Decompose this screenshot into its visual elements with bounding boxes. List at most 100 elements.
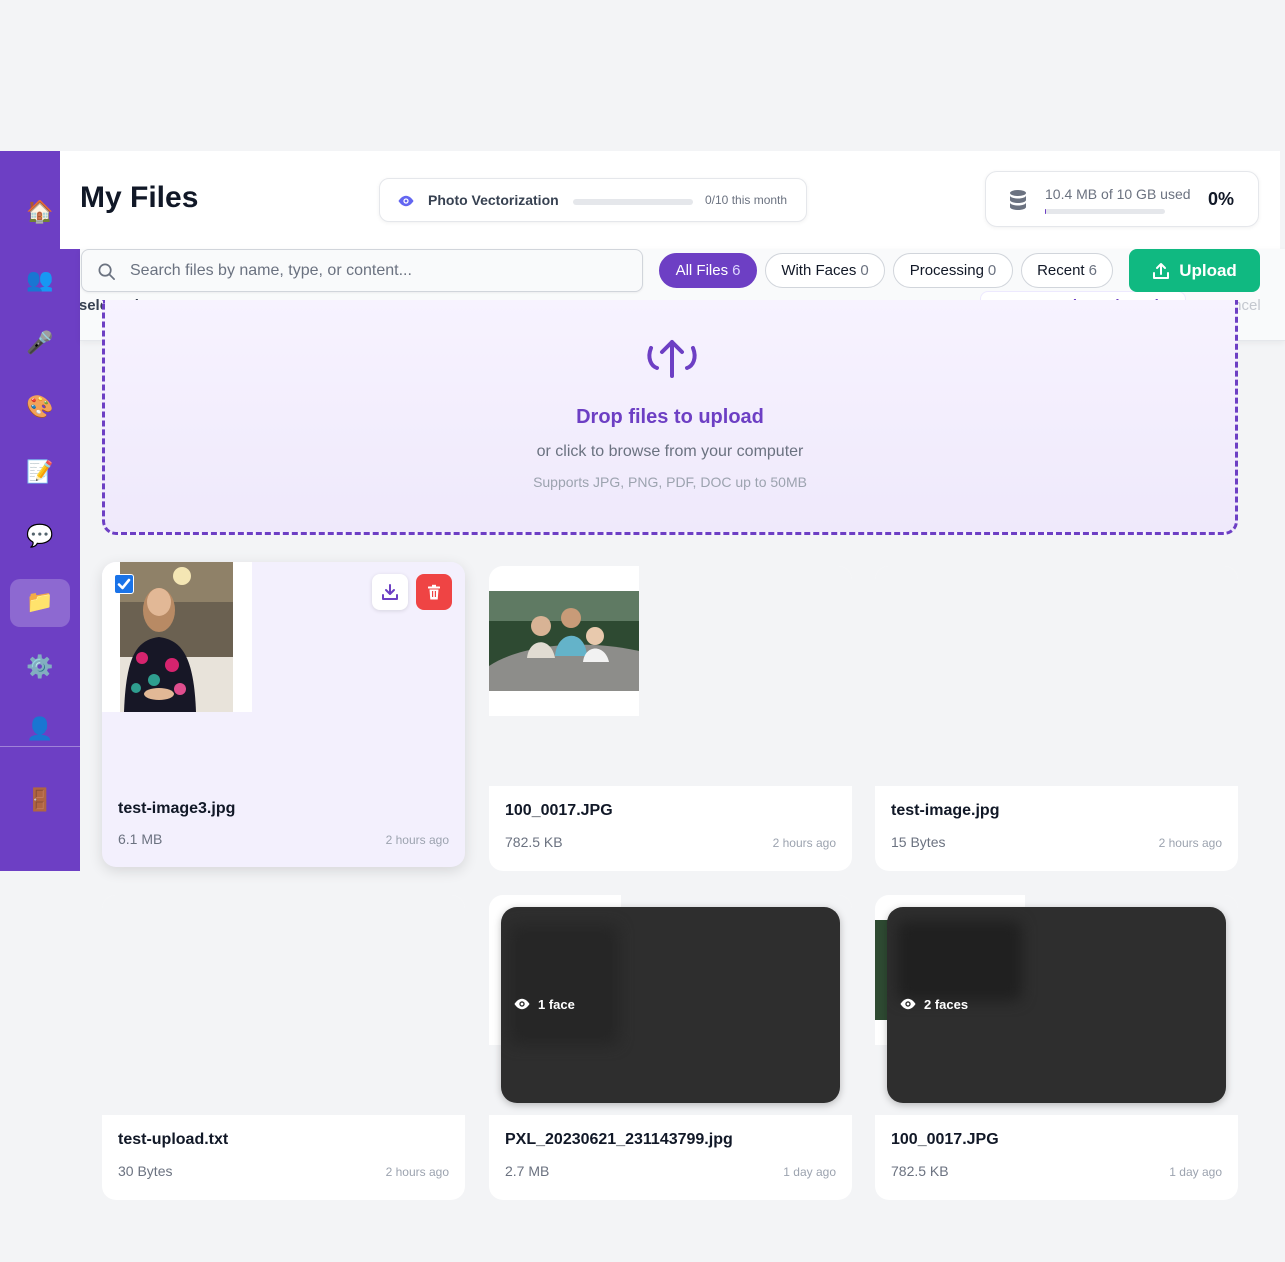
file-name: 100_0017.JPG (891, 1131, 999, 1148)
sidebar-item-people[interactable]: 👥 (10, 257, 70, 305)
microphone-icon: 🎤 (26, 331, 54, 356)
filter-label: Recent (1037, 262, 1085, 279)
file-thumbnail (489, 566, 852, 786)
upload-label: Upload (1179, 260, 1237, 280)
file-time: 2 hours ago (1158, 836, 1222, 850)
file-card[interactable]: 2 faces 100_0017.JPG 782.5 KB 1 day ago (875, 895, 1238, 1200)
dropzone-title: Drop files to upload (576, 406, 764, 428)
upload-dropzone[interactable]: Drop files to upload or click to browse … (102, 300, 1238, 535)
sidebar-item-chat[interactable]: 💬 (10, 513, 70, 561)
file-size: 782.5 KB (891, 1163, 949, 1179)
page-title: My Files (80, 181, 199, 214)
filter-recent[interactable]: Recent 6 (1021, 253, 1113, 288)
eye-icon (398, 195, 414, 207)
file-card[interactable]: 1 face PXL_20230621_231143799.jpg 2.7 MB… (489, 895, 852, 1200)
file-size: 30 Bytes (118, 1163, 173, 1179)
file-thumbnail (102, 562, 465, 780)
sidebar-item-voice[interactable]: 🎤 (10, 320, 70, 368)
face-count-label: 2 faces (924, 996, 969, 1012)
filter-count: 0 (860, 262, 869, 279)
upload-button[interactable]: Upload (1129, 249, 1260, 292)
user-icon: 👤 (26, 717, 54, 742)
search-input[interactable] (130, 251, 630, 291)
checkmark-icon (117, 578, 131, 590)
sidebar-divider (0, 746, 80, 747)
file-name: test-image.jpg (891, 802, 1000, 819)
filter-label: All Files (675, 262, 729, 279)
file-size: 6.1 MB (118, 831, 163, 847)
select-checkbox[interactable] (114, 574, 134, 594)
palette-icon: 🎨 (26, 395, 54, 420)
upload-cloud-icon (647, 340, 697, 378)
download-button[interactable] (372, 574, 408, 610)
search-icon (98, 263, 115, 280)
blurred-photo (509, 925, 619, 1045)
quota-progress-bar (573, 199, 693, 205)
file-name: test-image3.jpg (118, 800, 236, 817)
filter-label: With Faces (781, 262, 857, 279)
delete-button[interactable] (416, 574, 452, 610)
file-size: 782.5 KB (505, 834, 563, 850)
memo-icon: 📝 (26, 460, 54, 485)
file-size: 2.7 MB (505, 1163, 550, 1179)
database-icon (1010, 190, 1026, 210)
file-time: 1 day ago (1169, 1165, 1222, 1179)
vectorization-quota: Photo Vectorization 0/10 this month (379, 178, 807, 222)
eye-icon (514, 998, 530, 1010)
face-detection-overlay[interactable]: 1 face (501, 907, 840, 1103)
file-time: 2 hours ago (772, 836, 836, 850)
file-card[interactable]: test-upload.txt 30 Bytes 2 hours ago (102, 895, 465, 1200)
face-count-badge: 2 faces (899, 996, 968, 1012)
upload-icon (1153, 262, 1170, 279)
file-name: test-upload.txt (118, 1131, 229, 1148)
quota-label: Photo Vectorization (428, 192, 559, 208)
quota-count: 0/10 this month (705, 193, 788, 207)
storage-percent: 0% (1208, 189, 1235, 209)
file-card[interactable]: test-image3.jpg 6.1 MB 2 hours ago (102, 562, 465, 867)
page-header: My Files Photo Vectorization 0/10 this m… (60, 151, 1280, 249)
storage-text: 10.4 MB of 10 GB used (1045, 186, 1191, 202)
filter-label: Processing (909, 262, 984, 279)
face-detection-overlay[interactable]: 2 faces (887, 907, 1226, 1103)
storage-progress-bar (1045, 209, 1165, 214)
dropzone-note: Supports JPG, PNG, PDF, DOC up to 50MB (533, 474, 807, 490)
photo-thumbnail-group (489, 566, 639, 716)
filter-with-faces[interactable]: With Faces 0 (765, 253, 885, 288)
file-time: 2 hours ago (385, 1165, 449, 1179)
face-count-badge: 1 face (513, 996, 575, 1012)
file-thumbnail: 1 face (489, 895, 852, 1115)
face-count-label: 1 face (538, 996, 575, 1012)
filter-count: 6 (1088, 262, 1097, 279)
filter-all-files[interactable]: All Files 6 (659, 253, 757, 288)
storage-usage: 10.4 MB of 10 GB used 0% (985, 171, 1259, 227)
file-name: 100_0017.JPG (505, 802, 613, 819)
sidebar: 🏠 👥 🎤 🎨 📝 💬 📁 ⚙️ 👤 🚪 (0, 151, 80, 871)
file-time: 2 hours ago (385, 833, 449, 847)
gear-icon: ⚙️ (26, 655, 54, 680)
sidebar-item-settings[interactable]: ⚙️ (10, 644, 70, 692)
file-thumbnail (875, 566, 1238, 786)
file-card[interactable]: test-image.jpg 15 Bytes 2 hours ago (875, 566, 1238, 871)
filter-processing[interactable]: Processing 0 (893, 253, 1013, 288)
filter-count: 6 (732, 262, 741, 279)
sidebar-item-art[interactable]: 🎨 (10, 384, 70, 432)
trash-icon (428, 584, 440, 600)
file-card[interactable]: 100_0017.JPG 782.5 KB 2 hours ago (489, 566, 852, 871)
people-icon: 👥 (26, 268, 54, 293)
file-name: PXL_20230621_231143799.jpg (505, 1131, 733, 1148)
folder-icon: 📁 (26, 590, 54, 615)
sidebar-item-files[interactable]: 📁 (10, 579, 70, 627)
file-thumbnail: 2 faces (875, 895, 1238, 1115)
eye-icon (900, 998, 916, 1010)
filter-count: 0 (987, 262, 997, 279)
search-box (81, 249, 643, 292)
download-icon (382, 584, 398, 600)
sidebar-item-logout[interactable]: 🚪 (10, 777, 70, 825)
file-size: 15 Bytes (891, 834, 946, 850)
sidebar-item-notes[interactable]: 📝 (10, 449, 70, 497)
blurred-photo (897, 921, 1022, 1001)
file-thumbnail (102, 895, 465, 1115)
home-icon: 🏠 (26, 200, 54, 225)
dropzone-subtitle: or click to browse from your computer (536, 443, 804, 460)
door-icon: 🚪 (26, 788, 54, 813)
